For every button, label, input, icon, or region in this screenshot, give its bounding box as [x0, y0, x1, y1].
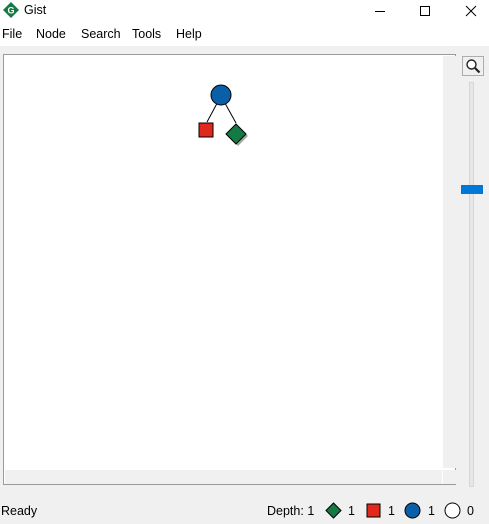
horizontal-scrollbar[interactable] — [5, 470, 442, 484]
status-bar: Ready Depth: 1 1 1 1 0 — [0, 498, 489, 524]
search-tree — [198, 84, 248, 146]
zoom-slider-track[interactable] — [469, 82, 474, 487]
close-button[interactable] — [448, 0, 489, 22]
window-title: Gist — [24, 3, 47, 17]
menu-bar: File Node Search Tools Help — [0, 22, 489, 46]
open-circle-icon — [444, 502, 461, 519]
status-text: Ready — [1, 504, 38, 518]
svg-text:G: G — [7, 6, 14, 16]
close-icon — [465, 5, 477, 17]
maximize-button[interactable] — [402, 0, 448, 22]
menu-search[interactable]: Search — [81, 27, 121, 41]
magnifier-icon — [466, 59, 481, 74]
solved-count: 1 — [348, 504, 355, 518]
menu-node[interactable]: Node — [36, 27, 66, 41]
tree-node-root[interactable] — [210, 84, 232, 106]
menu-help[interactable]: Help — [176, 27, 202, 41]
open-count: 0 — [467, 504, 474, 518]
minimize-button[interactable] — [357, 0, 403, 22]
menu-tools[interactable]: Tools — [132, 27, 161, 41]
minimize-icon — [375, 11, 385, 12]
vertical-scrollbar[interactable] — [443, 56, 456, 468]
gist-logo-icon: G — [3, 2, 19, 18]
title-bar: G Gist — [0, 0, 489, 22]
zoom-to-fit-button[interactable] — [462, 56, 484, 76]
scroll-corner — [443, 470, 456, 484]
choice-count: 1 — [428, 504, 435, 518]
failed-count: 1 — [388, 504, 395, 518]
tree-node-failed[interactable] — [198, 122, 214, 138]
zoom-slider-thumb[interactable] — [461, 185, 483, 194]
menu-file[interactable]: File — [2, 27, 22, 41]
depth-value: 1 — [307, 504, 315, 518]
depth-label: Depth: 1 — [267, 504, 315, 518]
solved-diamond-icon — [325, 502, 342, 519]
search-tree-canvas[interactable] — [3, 54, 456, 485]
choice-circle-icon — [404, 502, 421, 519]
failed-square-icon — [366, 503, 381, 518]
maximize-icon — [420, 6, 430, 16]
